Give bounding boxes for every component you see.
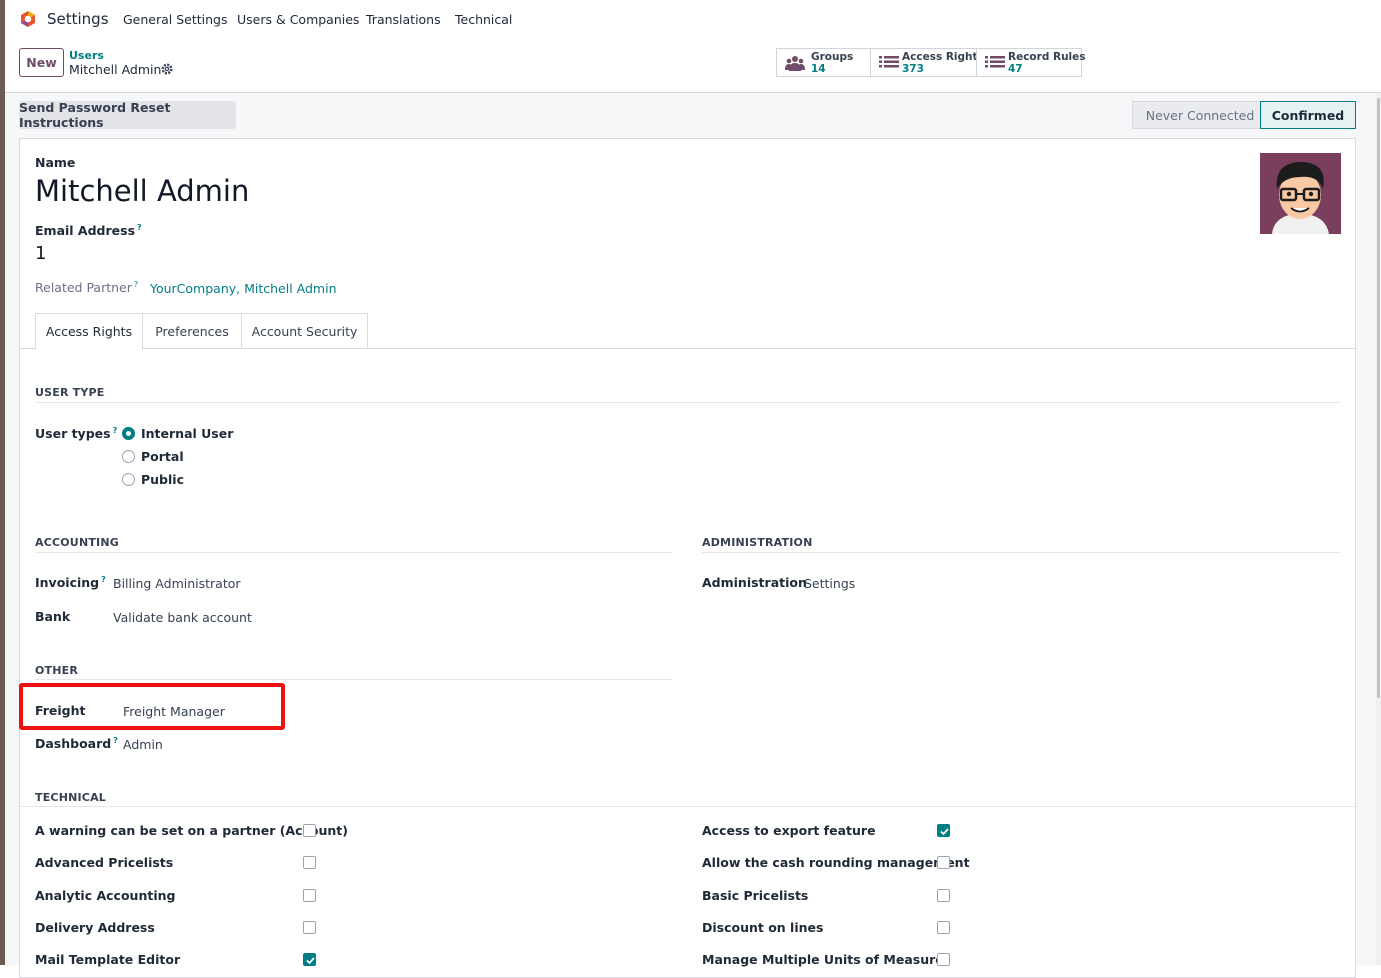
active-tab-gap <box>36 347 142 349</box>
groups-smart-button[interactable]: Groups 14 <box>776 48 871 77</box>
help-icon[interactable]: ? <box>113 426 118 435</box>
tab-access-rights[interactable]: Access Rights <box>35 313 143 349</box>
help-icon[interactable]: ? <box>113 736 118 745</box>
odoo-logo-icon[interactable] <box>19 10 37 28</box>
groups-count: 14 <box>811 63 826 75</box>
tab-preferences[interactable]: Preferences <box>142 313 242 349</box>
bank-select[interactable]: Validate bank account <box>113 610 252 625</box>
help-icon[interactable]: ? <box>101 575 106 584</box>
gear-icon[interactable] <box>161 63 173 75</box>
tech-right-label-0: Access to export feature <box>702 823 876 838</box>
breadcrumb-current: Mitchell Admin <box>69 62 162 77</box>
radio-portal[interactable] <box>122 450 135 463</box>
user-name-field[interactable]: Mitchell Admin <box>35 174 249 208</box>
tech-left-label-2: Analytic Accounting <box>35 888 176 903</box>
list-icon <box>879 56 899 68</box>
nav-technical[interactable]: Technical <box>455 12 512 27</box>
section-other: OTHER <box>35 664 79 677</box>
scrollbar-thumb[interactable] <box>1377 98 1380 698</box>
status-confirmed[interactable]: Confirmed <box>1260 101 1356 129</box>
email-label: Email Address? <box>35 223 142 239</box>
access-rights-count: 373 <box>902 63 924 75</box>
tech-left-label-1: Advanced Pricelists <box>35 855 174 870</box>
section-administration: ADMINISTRATION <box>702 536 813 549</box>
tech-right-checkbox-2[interactable] <box>937 889 950 902</box>
record-rules-count: 47 <box>1008 63 1023 75</box>
tech-right-checkbox-1[interactable] <box>937 856 950 869</box>
section-accounting: ACCOUNTING <box>35 536 119 549</box>
status-bar: Never Connected Confirmed <box>1132 101 1356 129</box>
name-label: Name <box>35 155 76 170</box>
nav-general-settings[interactable]: General Settings <box>123 12 228 27</box>
tech-right-checkbox-4[interactable] <box>937 953 950 966</box>
top-navbar: Settings General Settings Users & Compan… <box>5 0 1381 40</box>
help-icon[interactable]: ? <box>134 280 138 289</box>
tech-left-checkbox-0[interactable] <box>303 824 316 837</box>
checkmark-icon <box>306 957 315 965</box>
section-divider <box>35 402 1341 403</box>
record-rules-label: Record Rules <box>1008 51 1086 63</box>
form-sheet <box>19 138 1356 978</box>
access-rights-label: Access Rights <box>902 51 984 63</box>
radio-label-public[interactable]: Public <box>141 472 184 487</box>
tech-right-label-3: Discount on lines <box>702 920 824 935</box>
invoicing-select[interactable]: Billing Administrator <box>113 576 241 591</box>
user-avatar[interactable] <box>1260 153 1341 234</box>
app-name[interactable]: Settings <box>47 10 109 28</box>
send-password-reset-button[interactable]: Send Password Reset Instructions <box>19 100 236 130</box>
tech-right-checkbox-3[interactable] <box>937 921 950 934</box>
access-rights-smart-button[interactable]: Access Rights 373 <box>870 48 984 77</box>
tech-left-checkbox-1[interactable] <box>303 856 316 869</box>
section-divider <box>702 552 1341 553</box>
nav-translations[interactable]: Translations <box>366 12 441 27</box>
tech-left-checkbox-2[interactable] <box>303 889 316 902</box>
related-partner-link[interactable]: YourCompany, Mitchell Admin <box>150 281 337 296</box>
users-icon <box>785 56 805 71</box>
related-partner-label: Related Partner? <box>35 280 139 296</box>
tech-right-label-2: Basic Pricelists <box>702 888 809 903</box>
checkmark-icon <box>940 828 949 836</box>
section-divider <box>20 806 1355 807</box>
tech-left-label-3: Delivery Address <box>35 920 155 935</box>
email-field[interactable]: 1 <box>35 243 46 264</box>
invoicing-label: Invoicing? <box>35 575 106 591</box>
dashboard-select[interactable]: Admin <box>123 737 163 752</box>
administration-label: Administration <box>702 575 807 590</box>
user-types-label: User types? <box>35 426 118 442</box>
radio-label-portal[interactable]: Portal <box>141 449 184 464</box>
administration-select[interactable]: Settings <box>804 576 855 591</box>
status-never-connected[interactable]: Never Connected <box>1132 101 1268 129</box>
record-rules-smart-button[interactable]: Record Rules 47 <box>976 48 1086 77</box>
tech-right-checkbox-0[interactable] <box>937 824 950 837</box>
bank-label: Bank <box>35 609 71 624</box>
section-technical: TECHNICAL <box>35 791 106 804</box>
radio-label-internal-user[interactable]: Internal User <box>141 426 233 441</box>
tech-left-checkbox-4[interactable] <box>303 953 316 966</box>
nav-users-companies[interactable]: Users & Companies <box>237 12 359 27</box>
radio-public[interactable] <box>122 473 135 486</box>
list-icon <box>985 56 1005 68</box>
section-divider <box>35 552 673 553</box>
tab-divider <box>20 348 1355 349</box>
dashboard-label: Dashboard? <box>35 736 118 752</box>
section-user-type: USER TYPE <box>35 386 105 399</box>
tab-account-security[interactable]: Account Security <box>241 313 368 349</box>
section-divider <box>35 679 673 680</box>
tech-right-label-1: Allow the cash rounding management <box>702 855 970 870</box>
freight-highlight-box <box>19 683 285 730</box>
new-button[interactable]: New <box>19 48 64 77</box>
breadcrumb-users[interactable]: Users <box>69 49 104 62</box>
tech-left-checkbox-3[interactable] <box>303 921 316 934</box>
tech-left-label-0: A warning can be set on a partner (Accou… <box>35 823 348 838</box>
groups-label: Groups <box>811 51 854 63</box>
radio-internal-user[interactable] <box>122 427 135 440</box>
help-icon[interactable]: ? <box>137 223 142 232</box>
